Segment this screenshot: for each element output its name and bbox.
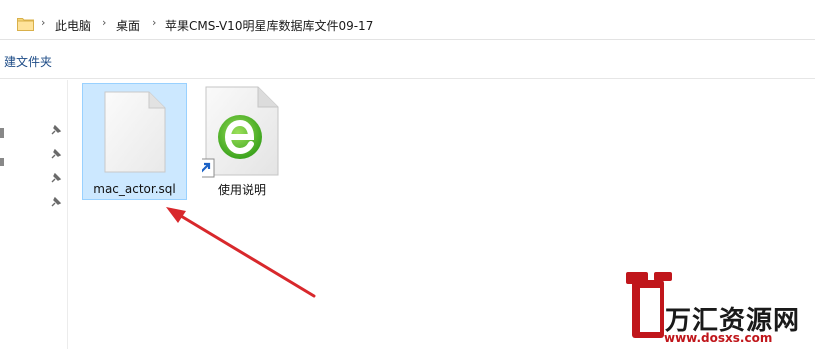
explorer-window: › 此电脑 › 桌面 › 苹果CMS-V10明星库数据库文件09-17 建文件夹	[0, 0, 815, 349]
watermark-url: www.dosxs.com	[664, 331, 773, 345]
